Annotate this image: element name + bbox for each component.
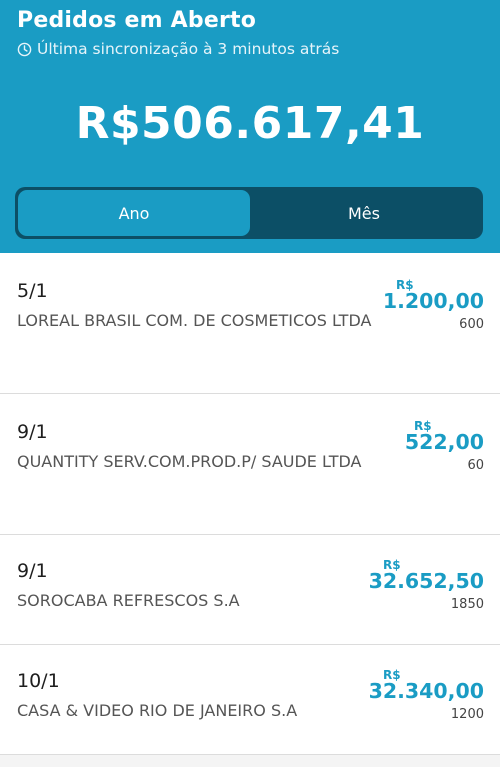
sync-text: Última sincronização à 3 minutos atrás: [37, 40, 340, 58]
period-segmented-control: Ano Mês: [15, 187, 483, 239]
customer-name: QUANTITY SERV.COM.PROD.P/ SAUDE LTDA: [17, 452, 362, 471]
order-quantity: 1850: [450, 597, 484, 612]
tab-ano[interactable]: Ano: [18, 190, 250, 236]
customer-name: LOREAL BRASIL COM. DE COSMETICOS LTDA: [17, 311, 372, 330]
list-item[interactable]: 5/1 LOREAL BRASIL COM. DE COSMETICOS LTD…: [0, 253, 500, 394]
clock-icon: [17, 42, 32, 57]
order-amount: 32.652,50: [368, 569, 484, 593]
order-quantity: 1200: [450, 707, 484, 722]
order-date: 9/1: [17, 560, 48, 582]
order-date: 5/1: [17, 280, 48, 302]
next-item-edge: [0, 755, 500, 767]
sync-status: Última sincronização à 3 minutos atrás: [17, 40, 339, 58]
list-item[interactable]: 10/1 CASA & VIDEO RIO DE JANEIRO S.A R$ …: [0, 645, 500, 755]
total-amount: R$506.617,41: [75, 98, 425, 149]
tab-mes[interactable]: Mês: [248, 190, 480, 236]
order-quantity: 600: [459, 317, 484, 332]
list-item[interactable]: 9/1 QUANTITY SERV.COM.PROD.P/ SAUDE LTDA…: [0, 394, 500, 535]
order-amount: 1.200,00: [382, 289, 484, 313]
order-quantity: 60: [467, 458, 484, 473]
order-amount: 522,00: [404, 430, 484, 454]
header: Pedidos em Aberto Última sincronização à…: [0, 0, 500, 253]
order-amount: 32.340,00: [368, 679, 484, 703]
order-date: 10/1: [17, 670, 60, 692]
list-item[interactable]: 9/1 SOROCABA REFRESCOS S.A R$ 32.652,50 …: [0, 535, 500, 645]
order-date: 9/1: [17, 421, 48, 443]
customer-name: CASA & VIDEO RIO DE JANEIRO S.A: [17, 701, 298, 720]
customer-name: SOROCABA REFRESCOS S.A: [17, 591, 240, 610]
page-title: Pedidos em Aberto: [17, 8, 257, 33]
